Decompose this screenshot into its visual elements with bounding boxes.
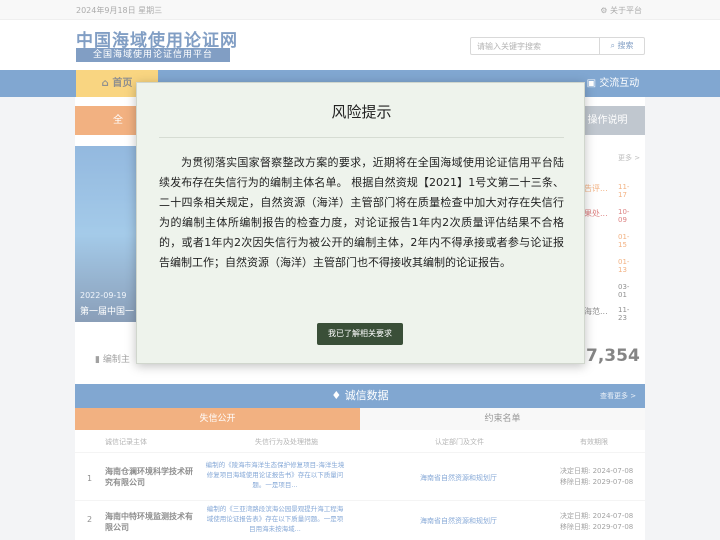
dialog-body: 为贯彻落实国家督察整改方案的要求，近期将在全国海域使用论证信用平台陆续发布存在失… xyxy=(159,156,564,269)
dialog-title: 风险提示 xyxy=(331,103,392,121)
dialog-divider xyxy=(159,137,564,138)
acknowledge-button[interactable]: 我已了解相关要求 xyxy=(317,323,403,345)
risk-warning-dialog: 风险提示 为贯彻落实国家督察整改方案的要求，近期将在全国海域使用论证信用平台陆续… xyxy=(136,82,585,364)
